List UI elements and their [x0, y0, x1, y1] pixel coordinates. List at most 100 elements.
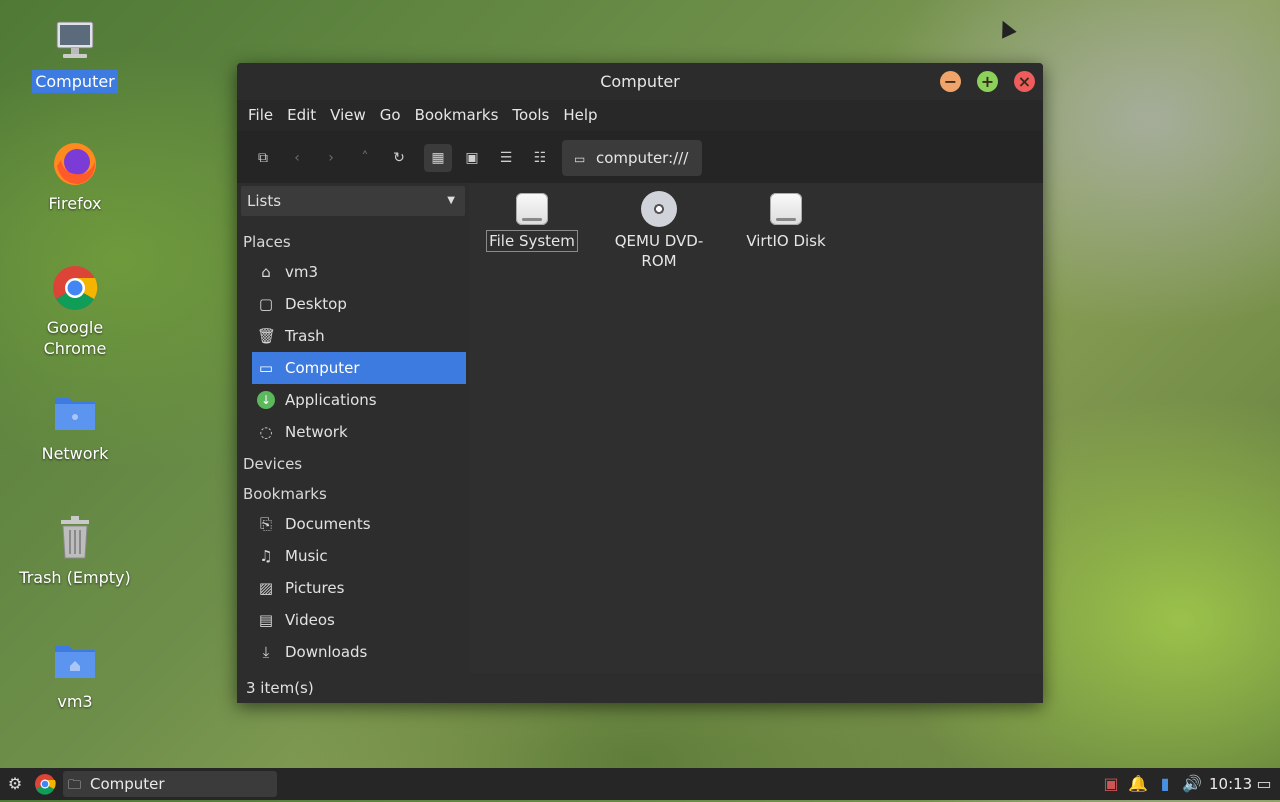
- music-icon: ♫: [259, 547, 273, 565]
- file-item-label: QEMU DVD-ROM: [614, 232, 704, 270]
- statusbar: 3 item(s): [237, 673, 1043, 703]
- file-item-dvdrom[interactable]: QEMU DVD-ROM: [609, 183, 709, 271]
- image-view-icon: ▣: [465, 150, 479, 166]
- sidebar-item-label: Network: [285, 423, 348, 441]
- minimize-button[interactable]: −: [940, 71, 961, 92]
- clock[interactable]: 10:13: [1209, 768, 1252, 800]
- desktop-icon-label: Firefox: [48, 194, 102, 213]
- mouse-cursor: [995, 17, 1017, 39]
- home-icon: ⌂: [261, 263, 271, 281]
- devices-heading: Devices: [243, 455, 303, 473]
- menu-view[interactable]: View: [323, 100, 373, 131]
- file-item-filesystem[interactable]: File System: [482, 183, 582, 252]
- sidebar-item-label: Music: [285, 547, 328, 565]
- close-button[interactable]: ×: [1014, 71, 1035, 92]
- sidebar-item-vm3[interactable]: ⌂ vm3: [252, 256, 466, 288]
- notification-bell-icon[interactable]: 🔔: [1126, 772, 1150, 796]
- compact-view-button[interactable]: ☰: [492, 144, 520, 172]
- sidebar-item-downloads[interactable]: ⤓ Downloads: [252, 636, 466, 668]
- menu-edit[interactable]: Edit: [280, 100, 323, 131]
- sidebar-item-videos[interactable]: ▤ Videos: [252, 604, 466, 636]
- network-folder-icon: [51, 390, 99, 438]
- drive-icon: [768, 191, 804, 227]
- desktop-icon-computer[interactable]: Computer: [10, 18, 140, 93]
- task-label: Computer: [90, 775, 165, 793]
- menu-help[interactable]: Help: [556, 100, 604, 131]
- desktop-icon: ▢: [258, 295, 274, 313]
- desktop-icon-home[interactable]: vm3: [10, 638, 140, 713]
- sidebar-mode-select[interactable]: Lists ▼: [241, 186, 465, 216]
- usb-drive-icon[interactable]: ▮: [1153, 772, 1177, 796]
- disc-icon: [641, 191, 677, 227]
- drive-icon: [514, 191, 550, 227]
- sidebar-item-label: Desktop: [285, 295, 347, 313]
- menu-tools[interactable]: Tools: [505, 100, 556, 131]
- downloads-icon: ⤓: [262, 643, 270, 661]
- desktop-icon-trash[interactable]: Trash (Empty): [10, 514, 140, 589]
- bookmarks-heading: Bookmarks: [243, 485, 327, 503]
- sidebar-item-computer[interactable]: ▭ Computer: [252, 352, 466, 384]
- start-menu-icon[interactable]: ⚙: [3, 772, 27, 796]
- sidebar-item-desktop[interactable]: ▢ Desktop: [252, 288, 466, 320]
- sidebar-item-pictures[interactable]: ▨ Pictures: [252, 572, 466, 604]
- up-button[interactable]: ˄: [351, 144, 379, 172]
- trash-icon: [51, 514, 99, 562]
- chevron-up-icon: ˄: [361, 150, 369, 166]
- icon-view-button[interactable]: ▦: [424, 144, 452, 172]
- menu-file[interactable]: File: [241, 100, 280, 131]
- firefox-icon: [51, 140, 99, 188]
- desktop-icon-chrome[interactable]: Google Chrome: [10, 264, 140, 360]
- sidebar-item-label: Documents: [285, 515, 371, 533]
- desktop-icon-network[interactable]: Network: [10, 390, 140, 465]
- volume-icon[interactable]: 🔊: [1180, 772, 1204, 796]
- detailed-view-button[interactable]: ☷: [526, 144, 554, 172]
- new-tab-icon: ⧉: [258, 150, 268, 166]
- sidebar-item-trash[interactable]: 🗑 Trash: [252, 320, 466, 352]
- sidebar-item-applications[interactable]: ↓ Applications: [252, 384, 466, 416]
- show-desktop-icon[interactable]: ▭: [1252, 772, 1276, 796]
- taskbar: ⚙ 🗀 Computer ▣ 🔔 ▮ 🔊 10:13 ▭: [0, 768, 1280, 800]
- reload-icon: ↻: [393, 150, 405, 166]
- folder-icon: 🗀: [68, 778, 82, 793]
- computer-icon: ▭: [258, 359, 274, 377]
- file-item-virtio[interactable]: VirtIO Disk: [736, 183, 836, 251]
- chevron-right-icon: ›: [328, 150, 334, 166]
- desktop-icon-label: Computer: [32, 70, 118, 93]
- chrome-launcher-icon[interactable]: [33, 772, 57, 796]
- maximize-button[interactable]: +: [977, 71, 998, 92]
- menu-bookmarks[interactable]: Bookmarks: [408, 100, 506, 131]
- applications-icon: ↓: [257, 391, 275, 409]
- address-bar[interactable]: ▭ computer:///: [562, 140, 702, 176]
- documents-icon: ⎘: [259, 515, 272, 533]
- sidebar-item-label: Applications: [285, 391, 377, 409]
- detail-view-icon: ☷: [533, 150, 547, 166]
- grid-view-icon: ▦: [431, 150, 445, 166]
- network-disconnected-icon[interactable]: ▣: [1099, 772, 1123, 796]
- sidebar: Lists ▼ Places ⌂ vm3 ▢ Desktop 🗑 Trash ▭ Com…: [237, 183, 469, 673]
- file-view[interactable]: File System QEMU DVD-ROM VirtIO Disk: [472, 183, 1043, 673]
- desktop-icon-label: vm3: [57, 692, 93, 711]
- sidebar-item-label: Downloads: [285, 643, 368, 661]
- network-icon: ◌: [259, 423, 273, 441]
- back-button[interactable]: ‹: [283, 144, 311, 172]
- titlebar[interactable]: Computer − + ×: [237, 63, 1043, 100]
- menu-go[interactable]: Go: [373, 100, 408, 131]
- sidebar-item-music[interactable]: ♫ Music: [252, 540, 466, 572]
- status-text: 3 item(s): [246, 679, 314, 697]
- sidebar-item-documents[interactable]: ⎘ Documents: [252, 508, 466, 540]
- taskbar-task-computer[interactable]: 🗀 Computer: [63, 771, 277, 797]
- trash-icon: 🗑: [257, 327, 277, 345]
- forward-button[interactable]: ›: [317, 144, 345, 172]
- desktop-icon-label: Network: [41, 444, 109, 463]
- sidebar-item-label: Computer: [285, 359, 360, 377]
- desktop-icon-label: Trash (Empty): [19, 568, 131, 587]
- reload-button[interactable]: ↻: [385, 144, 413, 172]
- thumbnail-view-button[interactable]: ▣: [458, 144, 486, 172]
- new-tab-button[interactable]: ⧉: [249, 144, 277, 172]
- dropdown-arrow-icon: ▼: [447, 195, 455, 206]
- pictures-icon: ▨: [258, 579, 274, 597]
- computer-icon: [51, 18, 99, 66]
- desktop-icon-firefox[interactable]: Firefox: [10, 140, 140, 215]
- sidebar-item-network[interactable]: ◌ Network: [252, 416, 466, 448]
- toolbar: ⧉ ‹ › ˄ ↻ ▦ ▣ ☰ ☷ ▭ computer:///: [237, 131, 1043, 183]
